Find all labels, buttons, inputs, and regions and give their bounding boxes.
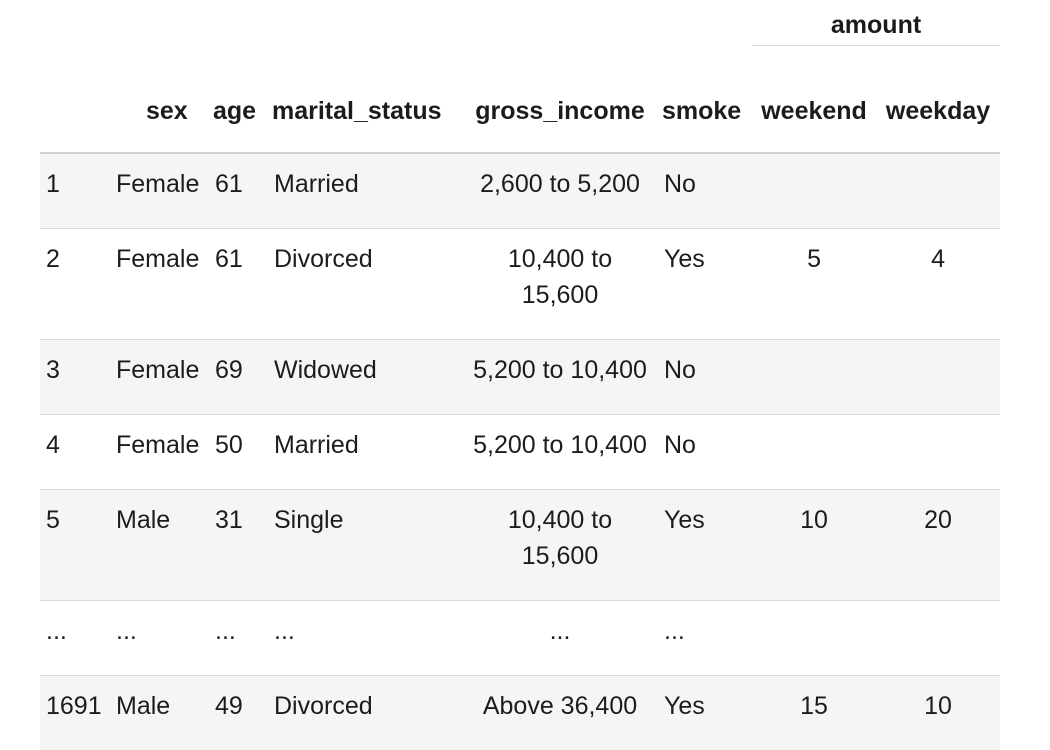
header-index xyxy=(40,46,110,154)
header-group-amount: amount xyxy=(752,0,1000,46)
header-gross-income: gross_income xyxy=(462,46,658,154)
header-group-spacer xyxy=(40,0,752,46)
cell-sex: Male xyxy=(110,490,209,601)
table-row: 1 Female 61 Married 2,600 to 5,200 No xyxy=(40,153,1000,229)
cell-index: 3 xyxy=(40,340,110,415)
cell-weekday: 4 xyxy=(876,229,1000,340)
cell-sex: Female xyxy=(110,340,209,415)
cell-smoke: No xyxy=(658,340,752,415)
cell-smoke: No xyxy=(658,153,752,229)
cell-sex: ... xyxy=(110,601,209,676)
cell-marital-status: Divorced xyxy=(268,229,462,340)
cell-sex: Female xyxy=(110,229,209,340)
cell-index: 5 xyxy=(40,490,110,601)
header-weekday: weekday xyxy=(876,46,1000,154)
cell-weekday xyxy=(876,340,1000,415)
cell-marital-status: Widowed xyxy=(268,340,462,415)
data-table: amount sex age marital_status gross_inco… xyxy=(40,0,1000,750)
header-age: age xyxy=(209,46,268,154)
cell-age: 69 xyxy=(209,340,268,415)
cell-marital-status: Divorced xyxy=(268,676,462,750)
cell-weekend xyxy=(752,340,876,415)
header-sex: sex xyxy=(110,46,209,154)
header-marital-status: marital_status xyxy=(268,46,462,154)
cell-marital-status: ... xyxy=(268,601,462,676)
cell-age: 61 xyxy=(209,229,268,340)
cell-weekend xyxy=(752,601,876,676)
cell-weekend: 15 xyxy=(752,676,876,750)
table-row: 1691 Male 49 Divorced Above 36,400 Yes 1… xyxy=(40,676,1000,750)
cell-gross-income: ... xyxy=(462,601,658,676)
table-header: amount sex age marital_status gross_inco… xyxy=(40,0,1000,153)
table-row: 4 Female 50 Married 5,200 to 10,400 No xyxy=(40,415,1000,490)
header-smoke: smoke xyxy=(658,46,752,154)
table-row: 3 Female 69 Widowed 5,200 to 10,400 No xyxy=(40,340,1000,415)
cell-gross-income: Above 36,400 xyxy=(462,676,658,750)
cell-age: 61 xyxy=(209,153,268,229)
cell-gross-income: 2,600 to 5,200 xyxy=(462,153,658,229)
cell-weekday: 20 xyxy=(876,490,1000,601)
cell-age: 49 xyxy=(209,676,268,750)
table-row: 5 Male 31 Single 10,400 to 15,600 Yes 10… xyxy=(40,490,1000,601)
cell-weekday: 10 xyxy=(876,676,1000,750)
cell-index: 1 xyxy=(40,153,110,229)
cell-gross-income: 10,400 to 15,600 xyxy=(462,229,658,340)
cell-weekend xyxy=(752,415,876,490)
header-group-row: amount xyxy=(40,0,1000,46)
table-body: 1 Female 61 Married 2,600 to 5,200 No 2 … xyxy=(40,153,1000,750)
cell-age: 31 xyxy=(209,490,268,601)
table-row-ellipsis: ... ... ... ... ... ... xyxy=(40,601,1000,676)
header-weekend: weekend xyxy=(752,46,876,154)
cell-index: 1691 xyxy=(40,676,110,750)
cell-smoke: Yes xyxy=(658,229,752,340)
data-table-container: amount sex age marital_status gross_inco… xyxy=(40,0,1000,750)
cell-index: ... xyxy=(40,601,110,676)
cell-index: 4 xyxy=(40,415,110,490)
cell-sex: Female xyxy=(110,415,209,490)
cell-marital-status: Married xyxy=(268,415,462,490)
cell-smoke: Yes xyxy=(658,676,752,750)
cell-sex: Male xyxy=(110,676,209,750)
cell-weekend: 10 xyxy=(752,490,876,601)
cell-gross-income: 5,200 to 10,400 xyxy=(462,415,658,490)
cell-sex: Female xyxy=(110,153,209,229)
cell-index: 2 xyxy=(40,229,110,340)
cell-weekday xyxy=(876,153,1000,229)
cell-weekend: 5 xyxy=(752,229,876,340)
cell-age: ... xyxy=(209,601,268,676)
cell-gross-income: 10,400 to 15,600 xyxy=(462,490,658,601)
cell-weekend xyxy=(752,153,876,229)
cell-weekday xyxy=(876,415,1000,490)
cell-marital-status: Single xyxy=(268,490,462,601)
cell-marital-status: Married xyxy=(268,153,462,229)
cell-age: 50 xyxy=(209,415,268,490)
cell-smoke: Yes xyxy=(658,490,752,601)
cell-gross-income: 5,200 to 10,400 xyxy=(462,340,658,415)
cell-smoke: No xyxy=(658,415,752,490)
cell-smoke: ... xyxy=(658,601,752,676)
cell-weekday xyxy=(876,601,1000,676)
table-row: 2 Female 61 Divorced 10,400 to 15,600 Ye… xyxy=(40,229,1000,340)
header-column-row: sex age marital_status gross_income smok… xyxy=(40,46,1000,154)
